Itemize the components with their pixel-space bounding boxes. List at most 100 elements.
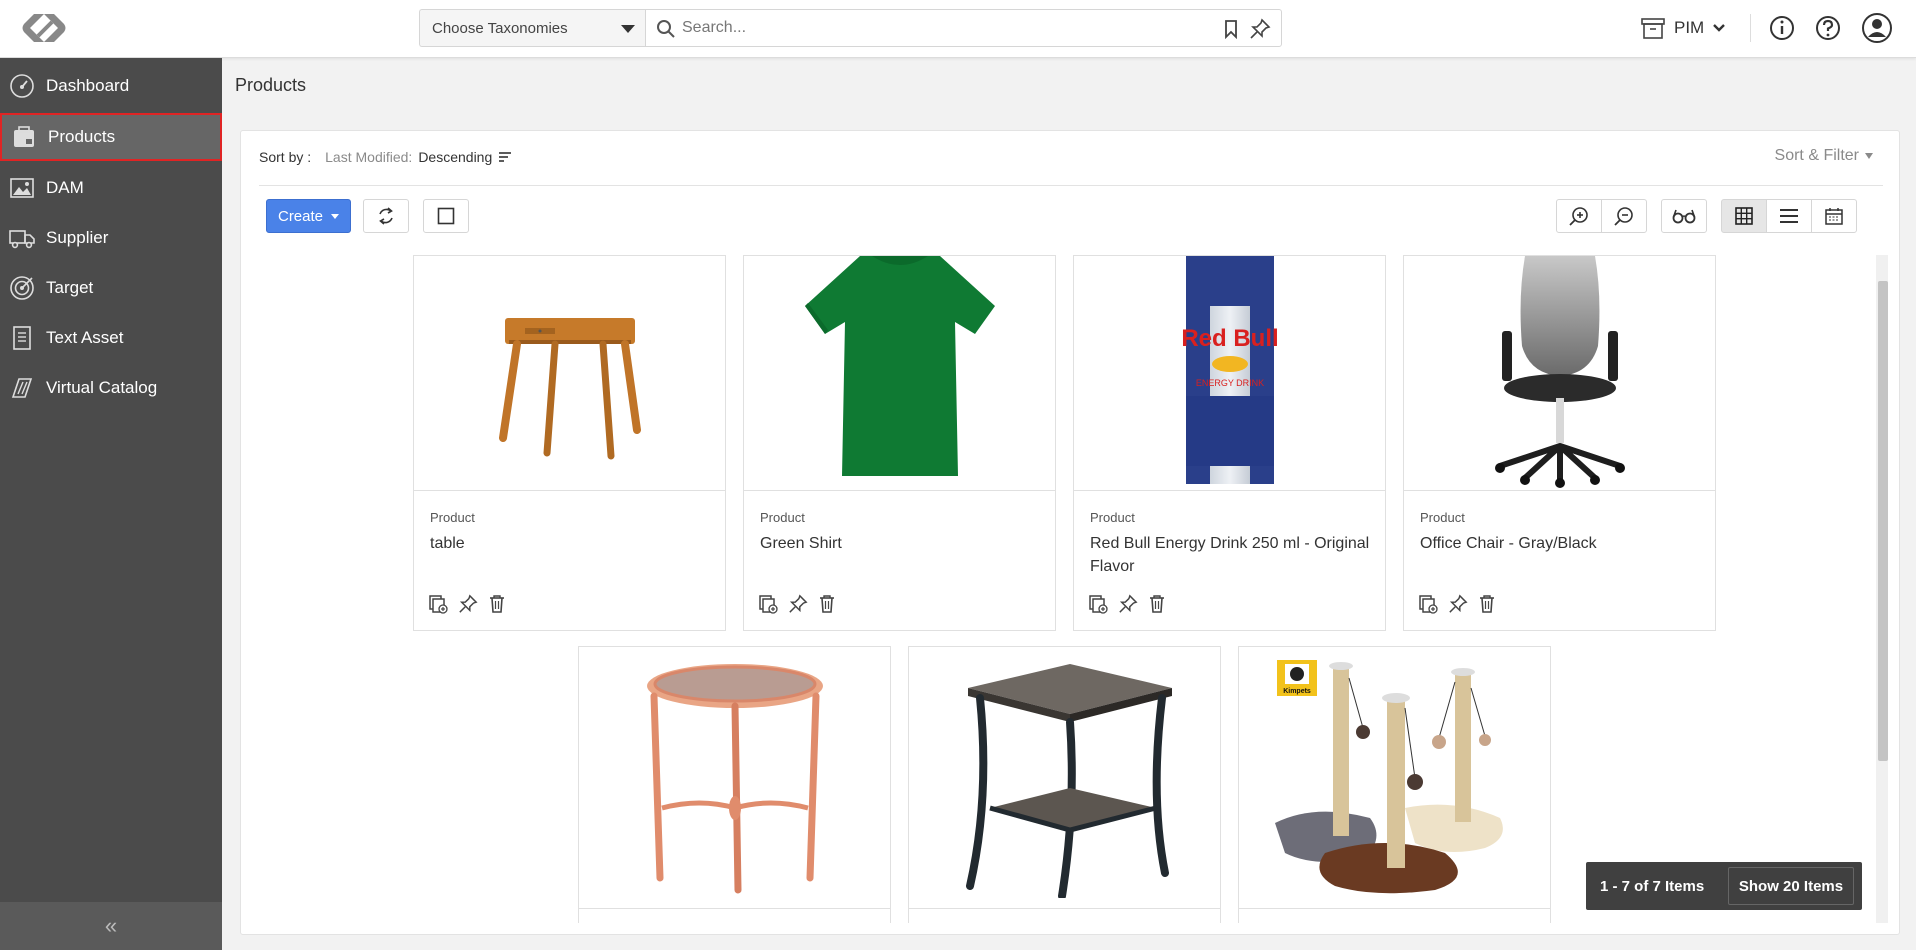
show-items-button[interactable]: Show 20 Items bbox=[1728, 867, 1854, 905]
truck-icon bbox=[9, 230, 35, 249]
sort-descending-icon[interactable] bbox=[498, 151, 512, 163]
refresh-icon bbox=[379, 207, 393, 225]
product-image: Red Bull ENERGY DRINK bbox=[1074, 256, 1385, 491]
trash-icon[interactable] bbox=[1478, 594, 1496, 614]
sidebar-item-target[interactable]: Target bbox=[0, 264, 222, 312]
pin-icon[interactable] bbox=[788, 594, 808, 614]
sidebar-collapse-button[interactable]: « bbox=[0, 902, 222, 950]
list-view-icon bbox=[1780, 209, 1798, 223]
can-brand-text: Red Bull bbox=[1181, 325, 1278, 352]
product-type: Product bbox=[760, 510, 805, 525]
user-avatar-icon[interactable] bbox=[1861, 12, 1893, 44]
search-box bbox=[645, 9, 1282, 47]
product-image bbox=[1404, 256, 1715, 491]
search-input[interactable] bbox=[682, 16, 1182, 40]
target-icon bbox=[10, 276, 34, 300]
sidebar-item-label: DAM bbox=[46, 178, 84, 197]
sidebar-item-text-asset[interactable]: Text Asset bbox=[0, 314, 222, 362]
add-to-collection-icon[interactable] bbox=[1088, 594, 1108, 614]
select-all-checkbox[interactable] bbox=[423, 199, 469, 233]
sidebar-item-products[interactable]: Products bbox=[0, 113, 222, 161]
caret-down-icon bbox=[1865, 153, 1873, 159]
product-type: Product bbox=[430, 510, 475, 525]
pin-icon[interactable] bbox=[1118, 594, 1138, 614]
sidebar-item-label: Supplier bbox=[46, 228, 109, 247]
scrollbar-thumb[interactable] bbox=[1878, 281, 1888, 761]
product-card[interactable] bbox=[908, 646, 1221, 923]
top-bar: Choose Taxonomies PIM bbox=[0, 0, 1916, 58]
bookmark-icon[interactable] bbox=[1223, 19, 1239, 39]
product-name: Red Bull Energy Drink 250 ml - Original … bbox=[1090, 535, 1370, 575]
checkbox-icon bbox=[437, 207, 455, 225]
sidebar-item-label: Target bbox=[46, 278, 94, 297]
search-icon bbox=[657, 20, 675, 38]
grid-view-icon bbox=[1735, 207, 1753, 225]
help-icon[interactable] bbox=[1813, 13, 1843, 43]
glasses-icon bbox=[1672, 209, 1696, 224]
refresh-button[interactable] bbox=[363, 199, 409, 233]
product-card[interactable] bbox=[578, 646, 891, 923]
product-name: Green Shirt bbox=[760, 535, 842, 552]
product-image: Kimpets bbox=[1239, 647, 1550, 909]
image-icon bbox=[10, 178, 34, 198]
pin-icon[interactable] bbox=[458, 594, 478, 614]
sidebar-item-virtual-catalog[interactable]: Virtual Catalog bbox=[0, 364, 222, 412]
app-logo[interactable] bbox=[20, 10, 68, 46]
trash-icon[interactable] bbox=[818, 594, 836, 614]
product-image bbox=[744, 256, 1055, 491]
product-card[interactable]: Product Green Shirt bbox=[743, 255, 1056, 631]
sidebar-item-dashboard[interactable]: Dashboard bbox=[0, 62, 222, 110]
trash-icon[interactable] bbox=[1148, 594, 1166, 614]
pin-icon[interactable] bbox=[1448, 594, 1468, 614]
zoom-in-icon bbox=[1569, 207, 1588, 226]
trash-icon[interactable] bbox=[488, 594, 506, 614]
product-image bbox=[579, 647, 890, 909]
header-divider bbox=[1750, 14, 1751, 42]
brand-badge-text: Kimpets bbox=[1283, 688, 1311, 695]
sidebar-item-label: Virtual Catalog bbox=[46, 378, 158, 397]
product-card[interactable]: Kimpets bbox=[1238, 646, 1551, 923]
pin-icon[interactable] bbox=[1249, 18, 1271, 40]
divider bbox=[259, 185, 1883, 186]
products-icon bbox=[14, 126, 34, 147]
product-card[interactable]: Red Bull ENERGY DRINK Product Red Bull E… bbox=[1073, 255, 1386, 631]
product-actions bbox=[428, 594, 506, 614]
calendar-view-button[interactable] bbox=[1811, 199, 1857, 233]
info-icon[interactable] bbox=[1767, 13, 1797, 43]
page-title: Products bbox=[235, 75, 307, 95]
chevron-down-icon bbox=[1713, 24, 1726, 32]
sidebar-item-label: Text Asset bbox=[46, 328, 124, 347]
product-image bbox=[414, 256, 725, 491]
add-to-collection-icon[interactable] bbox=[758, 594, 778, 614]
product-actions bbox=[1418, 594, 1496, 614]
product-grid: Product table Product Green Shirt Red Bu… bbox=[241, 255, 1871, 923]
workspace-label: PIM bbox=[1674, 18, 1705, 37]
sort-filter-toggle[interactable]: Sort & Filter bbox=[1775, 147, 1873, 165]
workspace-switcher[interactable]: PIM bbox=[1640, 12, 1726, 44]
product-name: Office Chair - Gray/Black bbox=[1420, 535, 1597, 552]
sort-direction[interactable]: Descending bbox=[418, 149, 492, 165]
product-card[interactable]: Product Office Chair - Gray/Black bbox=[1403, 255, 1716, 631]
create-button-label: Create bbox=[277, 207, 324, 225]
preview-button[interactable] bbox=[1661, 199, 1707, 233]
sort-label: Sort by : bbox=[259, 149, 312, 165]
grid-view-button[interactable] bbox=[1721, 199, 1767, 233]
product-card[interactable]: Product table bbox=[413, 255, 726, 631]
add-to-collection-icon[interactable] bbox=[1418, 594, 1438, 614]
list-view-button[interactable] bbox=[1766, 199, 1812, 233]
zoom-out-button[interactable] bbox=[1601, 199, 1647, 233]
create-button[interactable]: Create bbox=[266, 199, 351, 233]
sidebar-item-supplier[interactable]: Supplier bbox=[0, 214, 222, 262]
product-type: Product bbox=[1090, 510, 1135, 525]
sidebar-item-dam[interactable]: DAM bbox=[0, 164, 222, 212]
catalog-icon bbox=[11, 378, 33, 398]
sort-filter-label: Sort & Filter bbox=[1774, 147, 1859, 164]
sort-field[interactable]: Last Modified: bbox=[325, 149, 412, 165]
caret-down-icon bbox=[621, 25, 635, 33]
product-type: Product bbox=[1420, 510, 1465, 525]
can-sub-text: ENERGY DRINK bbox=[1195, 378, 1263, 388]
taxonomy-select[interactable]: Choose Taxonomies bbox=[419, 9, 645, 47]
add-to-collection-icon[interactable] bbox=[428, 594, 448, 614]
zoom-in-button[interactable] bbox=[1556, 199, 1602, 233]
sidebar: Dashboard Products DAM Supplier Target T… bbox=[0, 58, 222, 950]
